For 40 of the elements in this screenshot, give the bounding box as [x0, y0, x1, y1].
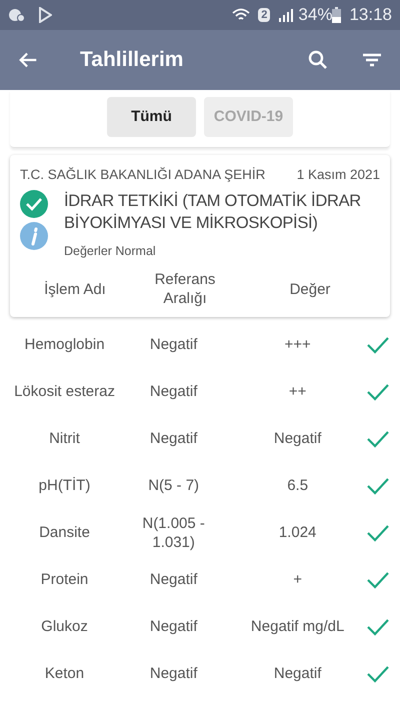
clock: 13:18 [349, 4, 392, 26]
table-cell-text: Negatif [148, 617, 198, 636]
table-cell-text: Negatif [148, 429, 198, 448]
report-date: 1 Kasım 2021 [296, 166, 380, 184]
table-cell-text: N(5 - 7) [147, 476, 200, 495]
institution-name: T.C. SAĞLIK BAKANLIĞI ADANA ŞEHİR [20, 166, 266, 184]
table-cell-text: Negatif [148, 382, 198, 401]
table-cell-text: Negatif [272, 429, 322, 448]
column-header: İşlem Adı [43, 280, 107, 298]
table-cell-text: Hemoglobin [23, 335, 106, 354]
table-cell-text: 1.024 [278, 523, 318, 542]
battery-percent: 34% [298, 4, 332, 26]
sim-indicator: 2 [258, 8, 270, 22]
result-summary: Değerler Normal [64, 243, 157, 260]
column-header: Referans Aralığı [154, 270, 216, 308]
table-cell-text: Negatif [148, 570, 198, 589]
notification-icon [8, 7, 26, 23]
column-header: Değer [288, 280, 332, 298]
battery-icon [332, 7, 342, 23]
table-cell-text: Lökosit esteraz [13, 382, 116, 401]
table-cell-text: Negatif [272, 664, 322, 683]
table-cell-text: Negatif [148, 664, 198, 683]
table-cell-text: 6.5 [286, 476, 310, 495]
table-cell-text: Keton [44, 664, 86, 683]
signal-icon [278, 8, 294, 22]
table-cell-text: N(1.005 - 1.031) [141, 514, 206, 552]
screen-title: Tahlillerim [80, 47, 184, 74]
table-cell-text: ++ [288, 382, 308, 401]
test-title: İDRAR TETKİKİ (TAM OTOMATİK İDRAR BİYOKİMYASI VE MİKROSKOPİSİ) [64, 190, 362, 234]
table-cell-text: +++ [283, 335, 312, 354]
filter-chip[interactable]: Tümü [107, 97, 196, 137]
table-cell-text: Negatif mg/dL [250, 617, 346, 636]
table-cell-text: Glukoz [40, 617, 89, 636]
table-cell-text: Negatif [148, 335, 198, 354]
play-store-icon [38, 7, 52, 23]
table-cell-text: + [292, 570, 303, 589]
table-cell-text: Dansite [38, 523, 91, 542]
table-cell-text: Protein [40, 570, 90, 589]
table-cell-text: Nitrit [48, 429, 81, 448]
table-cell-text: pH(TİT) [38, 476, 92, 495]
